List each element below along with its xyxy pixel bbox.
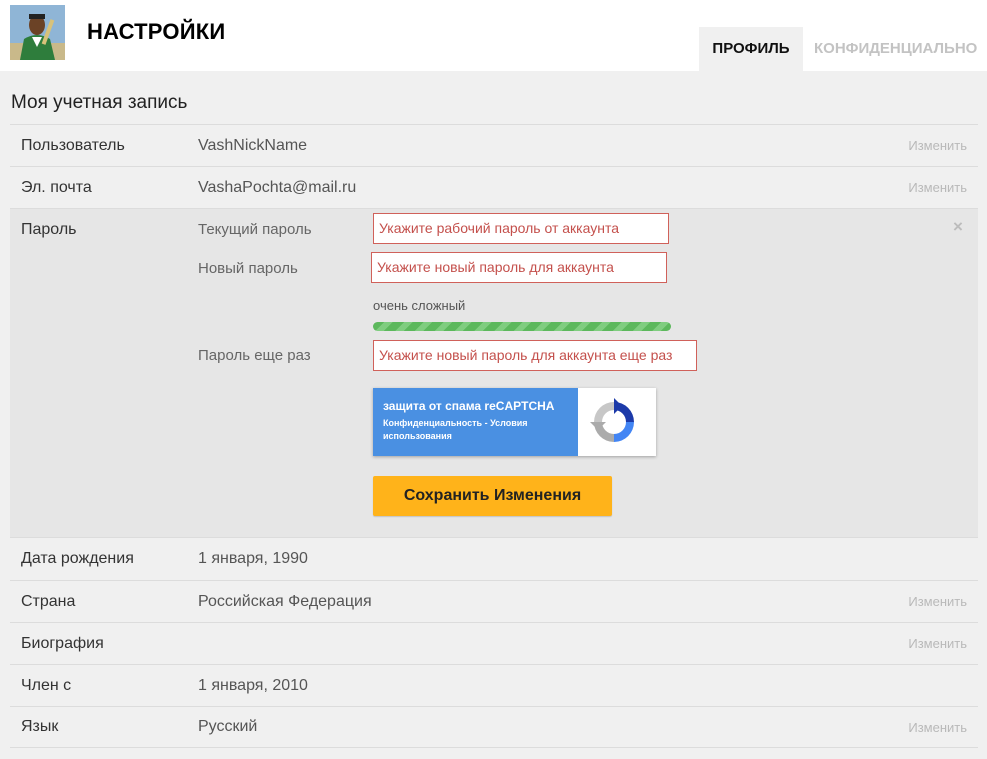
new-password-input[interactable]: Укажите новый пароль для аккаунта	[371, 252, 667, 283]
row-bio: Биография Изменить	[10, 622, 978, 664]
section-title: Моя учетная запись	[11, 92, 188, 113]
password-strength-text: очень сложный	[373, 298, 466, 313]
close-icon[interactable]: ×	[953, 217, 963, 237]
row-value: Российская Федерация	[198, 593, 372, 610]
recaptcha-icon	[590, 398, 634, 442]
repeat-password-input[interactable]: Укажите новый пароль для аккаунта еще ра…	[373, 340, 697, 371]
recaptcha-title: защита от спама reCAPTCHA	[383, 399, 555, 413]
row-label: Язык	[21, 718, 59, 735]
new-password-label: Новый пароль	[198, 260, 298, 277]
row-email: Эл. почта VashaPochta@mail.ru Изменить	[10, 166, 978, 208]
row-label: Биография	[21, 635, 104, 652]
save-changes-button[interactable]: Сохранить Изменения	[373, 476, 612, 516]
recaptcha-badge[interactable]: защита от спама reCAPTCHA Конфиденциальн…	[373, 388, 656, 456]
row-value: 1 января, 1990	[198, 550, 308, 567]
row-label: Эл. почта	[21, 179, 92, 196]
recaptcha-links[interactable]: Конфиденциальность - Условия использован…	[383, 417, 568, 443]
row-birthdate: Дата рождения 1 января, 1990	[10, 537, 978, 580]
row-value: Русский	[198, 718, 258, 735]
row-value: 1 января, 2010	[198, 677, 308, 694]
edit-language-link[interactable]: Изменить	[908, 720, 967, 735]
row-label: Пользователь	[21, 137, 125, 154]
edit-country-link[interactable]: Изменить	[908, 594, 967, 609]
row-username: Пользователь VashNickName Изменить	[10, 124, 978, 166]
row-label: Член с	[21, 677, 72, 694]
row-value: VashNickName	[198, 137, 308, 154]
avatar[interactable]	[10, 5, 65, 60]
page-title: НАСТРОЙКИ	[87, 19, 226, 44]
row-value: VashaPochta@mail.ru	[198, 179, 357, 196]
recaptcha-info: защита от спама reCAPTCHA Конфиденциальн…	[373, 388, 578, 456]
row-language: Язык Русский Изменить	[10, 706, 978, 748]
row-member-since: Член с 1 января, 2010	[10, 664, 978, 706]
row-label: Дата рождения	[21, 550, 134, 567]
edit-username-link[interactable]: Изменить	[908, 138, 967, 153]
edit-bio-link[interactable]: Изменить	[908, 636, 967, 651]
row-label: Страна	[21, 593, 76, 610]
current-password-input[interactable]: Укажите рабочий пароль от аккаунта	[373, 213, 669, 244]
tab-privacy[interactable]: КОНФИДЕНЦИАЛЬНО	[814, 27, 977, 71]
password-edit-panel: Пароль × Текущий пароль Укажите рабочий …	[10, 208, 978, 537]
top-bar: НАСТРОЙКИ ПРОФИЛЬ КОНФИДЕНЦИАЛЬНО	[0, 0, 987, 71]
password-strength-bar	[373, 322, 671, 331]
repeat-password-label: Пароль еще раз	[198, 347, 311, 364]
row-country: Страна Российская Федерация Изменить	[10, 580, 978, 622]
tab-profile[interactable]: ПРОФИЛЬ	[699, 27, 803, 71]
password-label: Пароль	[21, 221, 77, 238]
avatar-image	[10, 5, 65, 60]
current-password-label: Текущий пароль	[198, 221, 312, 238]
edit-email-link[interactable]: Изменить	[908, 180, 967, 195]
